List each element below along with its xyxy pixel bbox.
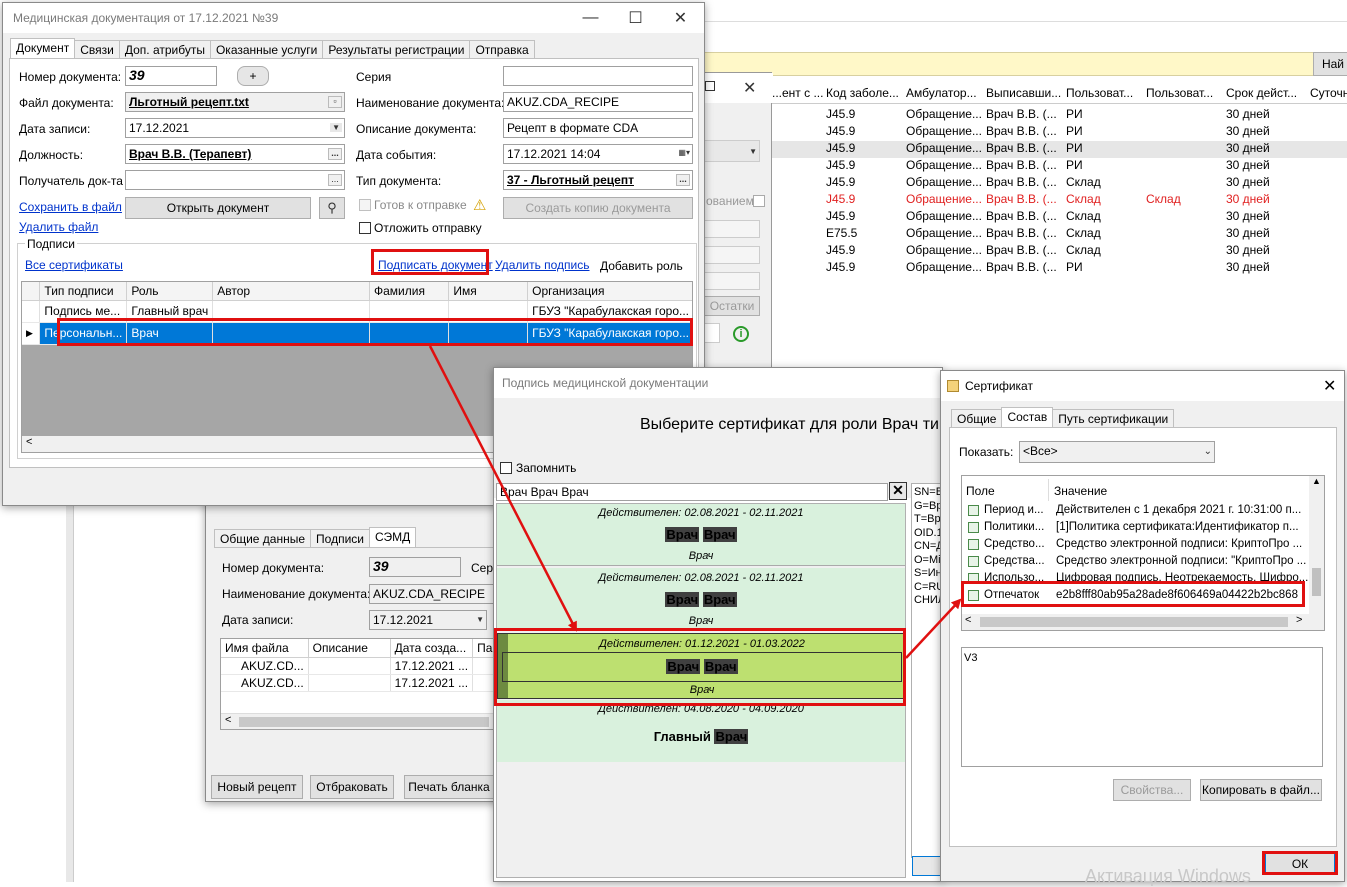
arrow-to-cert-list bbox=[428, 345, 578, 632]
annotation-arrows bbox=[428, 345, 962, 659]
arrow-to-thumbprint bbox=[905, 598, 962, 659]
